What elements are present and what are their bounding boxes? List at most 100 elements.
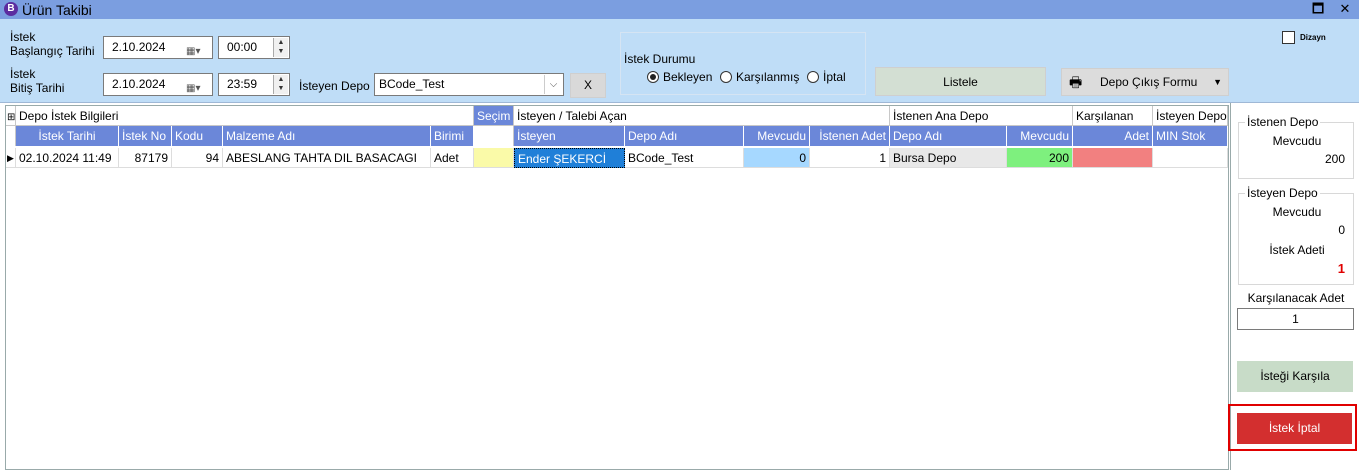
start-date-field[interactable]: 2.10.2024 ▦▾: [103, 36, 213, 59]
status-group-label: İstek Durumu: [624, 52, 696, 66]
col-main-depot-name[interactable]: Depo Adı: [890, 126, 1007, 146]
end-date-label-line2: Bitiş Tarihi: [10, 81, 65, 95]
cell-main-depot-stock[interactable]: 200: [1007, 148, 1073, 168]
radio-empty-icon: [720, 71, 732, 83]
request-qty-value: 1: [1337, 261, 1345, 276]
col-request-date[interactable]: İstek Tarihi: [16, 126, 119, 146]
band-requester: İsteyen / Talebi Açan: [514, 106, 890, 126]
spin-up-icon[interactable]: ▲: [274, 38, 288, 47]
cell-request-date[interactable]: 02.10.2024 11:49: [16, 148, 119, 168]
cell-request-no[interactable]: 87179: [119, 148, 172, 168]
start-time-value: 00:00: [227, 40, 258, 54]
requesting-depot-stock-value: 0: [1338, 223, 1345, 237]
app-logo-icon: B: [4, 2, 18, 16]
to-fulfill-input[interactable]: 1: [1237, 308, 1354, 330]
col-depot-name[interactable]: Depo Adı: [625, 126, 744, 146]
dropdown-arrow-icon[interactable]: ▼: [1213, 69, 1222, 96]
start-time-spinner[interactable]: ▲ ▼: [273, 38, 288, 57]
band-main-depot: İstenen Ana Depo: [890, 106, 1073, 126]
end-time-spinner[interactable]: ▲ ▼: [273, 75, 288, 94]
col-stock[interactable]: Mevcudu: [744, 126, 810, 146]
spin-up-icon[interactable]: ▲: [274, 75, 288, 84]
spin-down-icon[interactable]: ▼: [274, 84, 288, 93]
col-requested-qty[interactable]: İstenen Adet: [810, 126, 890, 146]
end-time-value: 23:59: [227, 77, 258, 91]
band-selection: Seçim: [474, 106, 514, 126]
requests-grid: ⊞ Depo İstek Bilgileri Seçim İsteyen / T…: [5, 105, 1229, 470]
cell-unit[interactable]: Adet: [431, 148, 474, 168]
radio-karsilanmis-label: Karşılanmış: [736, 70, 800, 84]
start-date-label-line2: Başlangıç Tarihi: [10, 44, 95, 58]
design-checkbox[interactable]: [1282, 31, 1295, 44]
chevron-down-icon[interactable]: ⌵: [544, 75, 562, 94]
radio-empty-icon: [807, 71, 819, 83]
requesting-depot-value: BCode_Test: [379, 77, 445, 91]
requested-depot-title: İstenen Depo: [1245, 115, 1321, 129]
clear-depot-button[interactable]: X: [570, 73, 606, 98]
grid-corner-icon[interactable]: ⊞: [6, 106, 16, 126]
row-indicator-icon[interactable]: ▶: [6, 148, 16, 168]
start-date-value: 2.10.2024: [112, 40, 166, 54]
end-time-field[interactable]: 23:59 ▲ ▼: [218, 73, 290, 96]
request-qty-label: İstek Adeti: [1269, 243, 1325, 257]
list-button[interactable]: Listele: [875, 67, 1046, 96]
requested-depot-box: İstenen Depo Mevcudu 200: [1238, 115, 1354, 179]
cell-requested-qty[interactable]: 1: [810, 148, 890, 168]
to-fulfill-label: Karşılanacak Adet: [1247, 291, 1345, 305]
start-time-field[interactable]: 00:00 ▲ ▼: [218, 36, 290, 59]
radio-selected-icon: [647, 71, 659, 83]
band-fulfilled: Karşılanan: [1073, 106, 1153, 126]
col-fulfilled-qty[interactable]: Adet: [1073, 126, 1153, 146]
band-request-info: Depo İstek Bilgileri: [16, 106, 474, 126]
title-bar: B Ürün Takibi 🗖 ✕: [0, 0, 1359, 19]
cell-requester[interactable]: Ender ŞEKERCİ: [514, 148, 625, 168]
requesting-depot-label: İsteyen Depo: [299, 79, 370, 93]
radio-iptal-label: İptal: [823, 70, 846, 84]
maximize-icon[interactable]: 🗖: [1306, 0, 1330, 19]
print-form-button[interactable]: 🖶 Depo Çıkış Formu ▼: [1061, 68, 1229, 96]
cell-fulfilled-qty[interactable]: [1073, 148, 1153, 168]
requesting-depot-box: İsteyen Depo Mevcudu 0 İstek Adeti 1: [1238, 186, 1354, 285]
cell-min-stock[interactable]: [1153, 148, 1228, 168]
radio-bekleyen-label: Bekleyen: [663, 70, 713, 84]
end-date-field[interactable]: 2.10.2024 ▦▾: [103, 73, 213, 96]
col-requester[interactable]: İsteyen: [514, 126, 625, 146]
requested-depot-stock-value: 200: [1324, 152, 1345, 166]
design-checkbox-label: Dizayn: [1300, 33, 1326, 42]
cancel-request-button[interactable]: İstek İptal: [1237, 413, 1352, 444]
band-requesting-depot: İsteyen Depo: [1153, 106, 1228, 126]
end-date-label-line1: İstek: [10, 67, 36, 81]
fulfill-request-button[interactable]: İsteği Karşıla: [1237, 361, 1353, 392]
end-date-value: 2.10.2024: [112, 77, 166, 91]
printer-icon: 🖶: [1069, 74, 1083, 90]
start-date-label-line1: İstek: [10, 30, 36, 44]
col-material-name[interactable]: Malzeme Adı: [223, 126, 431, 146]
spin-down-icon[interactable]: ▼: [274, 47, 288, 56]
radio-karsilanmis[interactable]: Karşılanmış: [720, 70, 799, 84]
cell-code[interactable]: 94: [172, 148, 223, 168]
cell-material-name[interactable]: ABESLANG TAHTA DIL BASACAGI: [223, 148, 431, 168]
window-title: Ürün Takibi: [22, 2, 92, 18]
print-form-label: Depo Çıkış Formu: [1100, 75, 1198, 89]
cell-selection[interactable]: [474, 148, 514, 168]
radio-bekleyen[interactable]: Bekleyen: [647, 70, 712, 84]
cancel-highlight: İstek İptal: [1228, 404, 1357, 451]
requesting-depot-combo[interactable]: BCode_Test ⌵: [374, 73, 564, 96]
col-request-no[interactable]: İstek No: [119, 126, 172, 146]
col-code[interactable]: Kodu: [172, 126, 223, 146]
requested-depot-stock-label: Mevcudu: [1272, 134, 1322, 148]
requesting-depot-stock-label: Mevcudu: [1272, 205, 1322, 219]
col-min-stock[interactable]: MIN Stok: [1153, 126, 1228, 146]
grid-indicator-header: [6, 126, 16, 146]
cell-stock[interactable]: 0: [744, 148, 810, 168]
col-selection[interactable]: [474, 126, 514, 146]
radio-iptal[interactable]: İptal: [807, 70, 846, 84]
calendar-dropdown-icon[interactable]: ▦▾: [186, 78, 204, 94]
cell-depot-name[interactable]: BCode_Test: [625, 148, 744, 168]
cell-main-depot-name[interactable]: Bursa Depo: [890, 148, 1007, 168]
col-main-depot-stock[interactable]: Mevcudu: [1007, 126, 1073, 146]
calendar-dropdown-icon[interactable]: ▦▾: [186, 41, 204, 57]
col-unit[interactable]: Birimi: [431, 126, 474, 146]
close-icon[interactable]: ✕: [1333, 0, 1357, 19]
requesting-depot-title: İsteyen Depo: [1245, 186, 1320, 200]
